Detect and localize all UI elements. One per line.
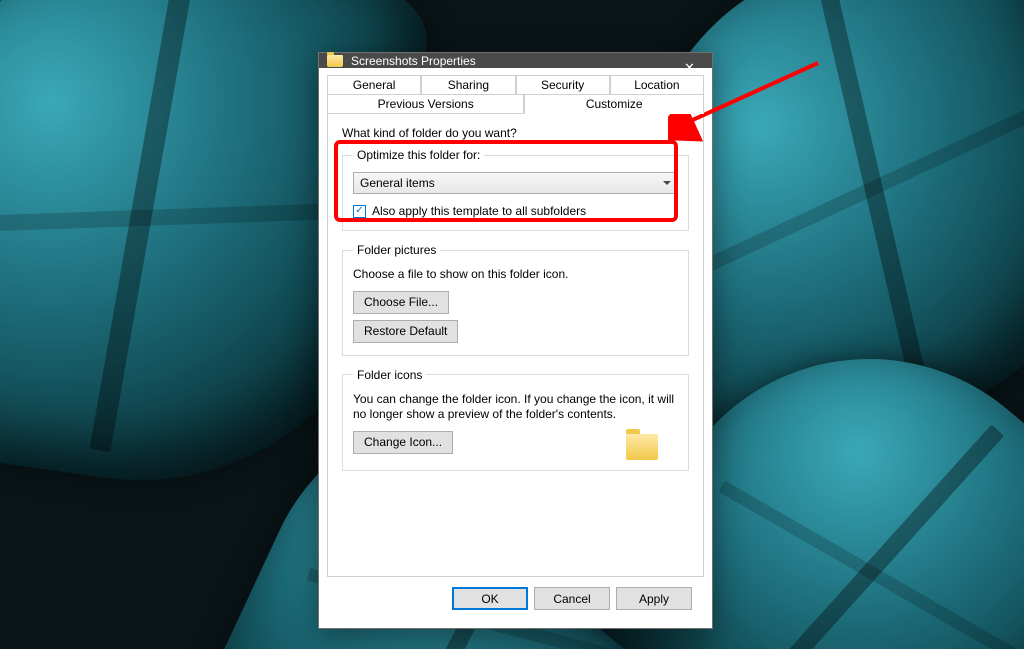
folder-pictures-legend: Folder pictures [353,243,440,257]
tab-security[interactable]: Security [516,75,610,95]
chevron-down-icon [663,181,671,185]
change-icon-button[interactable]: Change Icon... [353,431,453,454]
folder-pictures-desc: Choose a file to show on this folder ico… [353,267,678,283]
optimize-group: Optimize this folder for: General items … [342,148,689,231]
tab-panel-customize: What kind of folder do you want? Optimiz… [327,113,704,577]
tab-previous-versions[interactable]: Previous Versions [327,94,524,114]
apply-subfolders-label: Also apply this template to all subfolde… [372,204,586,218]
tab-customize[interactable]: Customize [524,94,704,114]
folder-icons-group: Folder icons You can change the folder i… [342,368,689,471]
choose-file-button[interactable]: Choose File... [353,291,449,314]
folder-pictures-group: Folder pictures Choose a file to show on… [342,243,689,356]
window-title: Screenshots Properties [351,54,476,68]
properties-dialog: Screenshots Properties ✕ General Sharing… [318,52,713,629]
checkmark-icon: ✓ [355,206,363,216]
tab-strip: General Sharing Security Location Previo… [327,75,704,114]
folder-preview-icon [626,434,658,460]
tab-general[interactable]: General [327,75,421,95]
tab-location[interactable]: Location [610,75,704,95]
ok-button[interactable]: OK [452,587,528,610]
folder-icons-legend: Folder icons [353,368,426,382]
optimize-legend: Optimize this folder for: [353,148,484,162]
apply-subfolders-row[interactable]: ✓ Also apply this template to all subfol… [353,204,678,218]
dialog-button-row: OK Cancel Apply [327,577,704,620]
apply-button[interactable]: Apply [616,587,692,610]
restore-default-button[interactable]: Restore Default [353,320,458,343]
optimize-dropdown[interactable]: General items [353,172,678,194]
folder-icons-desc: You can change the folder icon. If you c… [353,392,678,423]
dialog-content: General Sharing Security Location Previo… [319,68,712,628]
tab-sharing[interactable]: Sharing [421,75,515,95]
folder-icon [327,55,343,67]
titlebar[interactable]: Screenshots Properties ✕ [319,53,712,68]
cancel-button[interactable]: Cancel [534,587,610,610]
customize-heading: What kind of folder do you want? [342,126,689,140]
optimize-dropdown-value: General items [360,176,435,190]
apply-subfolders-checkbox[interactable]: ✓ [353,205,366,218]
